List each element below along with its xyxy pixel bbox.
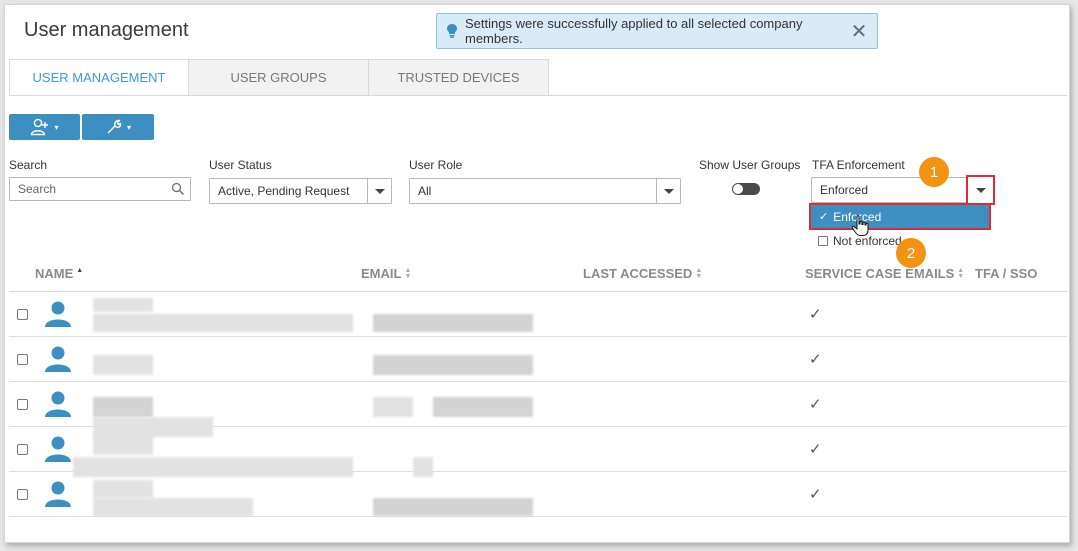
check-icon: ✓ [819, 211, 829, 223]
table-row[interactable]: ✓ [9, 427, 1067, 477]
table-row[interactable]: ✓ [9, 382, 1067, 437]
row-checkbox[interactable] [17, 309, 28, 320]
add-user-button[interactable]: ▾ [9, 114, 80, 140]
column-header-name-label: NAME [35, 266, 74, 281]
tab-user-management[interactable]: USER MANAGEMENT [9, 59, 189, 96]
redacted-name [93, 435, 153, 455]
user-avatar-icon [45, 391, 71, 417]
user-avatar-icon [45, 301, 71, 327]
user-avatar-icon [45, 481, 71, 507]
redacted-email [373, 314, 533, 332]
table-row[interactable]: ✓ [9, 337, 1067, 382]
search-input[interactable]: Search [9, 177, 191, 201]
redacted-email [433, 397, 533, 417]
sort-icon: ▲ ▼ [957, 266, 965, 280]
app-window: User management Settings were successful… [4, 4, 1070, 543]
user-status-select[interactable]: Active, Pending Request [209, 178, 392, 204]
user-status-dropdown-toggle[interactable] [367, 179, 391, 203]
tab-trusted-devices[interactable]: TRUSTED DEVICES [369, 59, 549, 96]
search-placeholder: Search [18, 182, 57, 196]
user-role-dropdown-toggle[interactable] [656, 179, 680, 203]
table-row[interactable]: ✓ [9, 292, 1067, 337]
table-row[interactable]: ✓ [9, 472, 1067, 517]
redacted-name [93, 397, 153, 417]
check-icon: ✓ [809, 486, 822, 503]
user-avatar-icon [45, 346, 71, 372]
tab-bar: USER MANAGEMENT USER GROUPS TRUSTED DEVI… [9, 59, 549, 96]
tools-button[interactable]: ▾ [82, 114, 154, 140]
redacted-email [373, 498, 533, 516]
column-header-name[interactable]: NAME ▲ ▼ [35, 266, 83, 281]
column-header-last-accessed-label: LAST ACCESSED [583, 266, 693, 281]
row-checkbox[interactable] [17, 489, 28, 500]
column-header-service-case-emails-label: SERVICE CASE EMAILS [805, 266, 955, 281]
chevron-down-icon: ▾ [54, 122, 59, 132]
column-header-tfa-sso-label: TFA / SSO [975, 266, 1038, 281]
tab-divider [9, 95, 1067, 96]
sort-icon: ▲ ▼ [695, 266, 703, 280]
caret-down-icon [975, 187, 986, 193]
column-header-tfa-sso: TFA / SSO [975, 266, 1037, 281]
user-role-value: All [418, 184, 432, 198]
row-checkbox[interactable] [17, 399, 28, 410]
add-user-icon [31, 118, 49, 136]
hand-cursor-icon [851, 215, 869, 236]
caret-down-icon [663, 188, 674, 194]
column-header-service-case-emails[interactable]: SERVICE CASE EMAILS ▲ ▼ [805, 266, 964, 281]
search-icon [171, 182, 184, 195]
tfa-dropdown-toggle[interactable] [966, 175, 995, 205]
user-avatar-icon [45, 436, 71, 462]
wrench-icon [107, 119, 122, 134]
row-checkbox[interactable] [17, 354, 28, 365]
tfa-enforcement-label: TFA Enforcement [812, 158, 905, 172]
show-user-groups-toggle[interactable] [732, 183, 760, 195]
column-header-last-accessed[interactable]: LAST ACCESSED ▲ ▼ [583, 266, 702, 281]
column-header-email-label: EMAIL [361, 266, 402, 281]
step-2-badge: 2 [896, 238, 926, 268]
close-icon[interactable]: ✕ [847, 19, 871, 43]
search-label: Search [9, 158, 48, 172]
redacted-name [93, 480, 153, 498]
chevron-down-icon: ▾ [126, 122, 131, 132]
page-title: User management [24, 19, 189, 41]
check-icon: ✓ [809, 306, 822, 323]
redacted-name [93, 355, 153, 375]
user-role-select[interactable]: All [409, 178, 681, 204]
redacted-name [93, 314, 353, 332]
user-status-value: Active, Pending Request [218, 184, 350, 198]
check-icon: ✓ [809, 441, 822, 458]
check-icon: ✓ [809, 396, 822, 413]
redacted-name [93, 498, 253, 516]
tfa-option-enforced[interactable]: ✓ Enforced [811, 205, 989, 228]
redacted-name [93, 298, 153, 312]
user-status-label: User Status [209, 158, 272, 172]
redacted-email [373, 397, 413, 417]
step-1-badge: 1 [919, 157, 949, 187]
column-header-email[interactable]: EMAIL ▲ ▼ [361, 266, 411, 281]
tab-user-groups[interactable]: USER GROUPS [189, 59, 369, 96]
show-user-groups-label: Show User Groups [699, 158, 801, 172]
toggle-knob [733, 184, 743, 194]
checkbox[interactable] [818, 236, 828, 246]
sort-icon: ▲ ▼ [404, 266, 412, 280]
sort-icon: ▲ ▼ [76, 266, 84, 280]
success-toast: Settings were successfully applied to al… [436, 13, 878, 49]
caret-down-icon [374, 188, 385, 194]
row-checkbox[interactable] [17, 444, 28, 455]
check-icon: ✓ [809, 351, 822, 368]
toast-message: Settings were successfully applied to al… [465, 16, 803, 46]
redacted-email [373, 355, 533, 375]
user-role-label: User Role [409, 158, 463, 172]
lightbulb-icon [447, 24, 457, 38]
